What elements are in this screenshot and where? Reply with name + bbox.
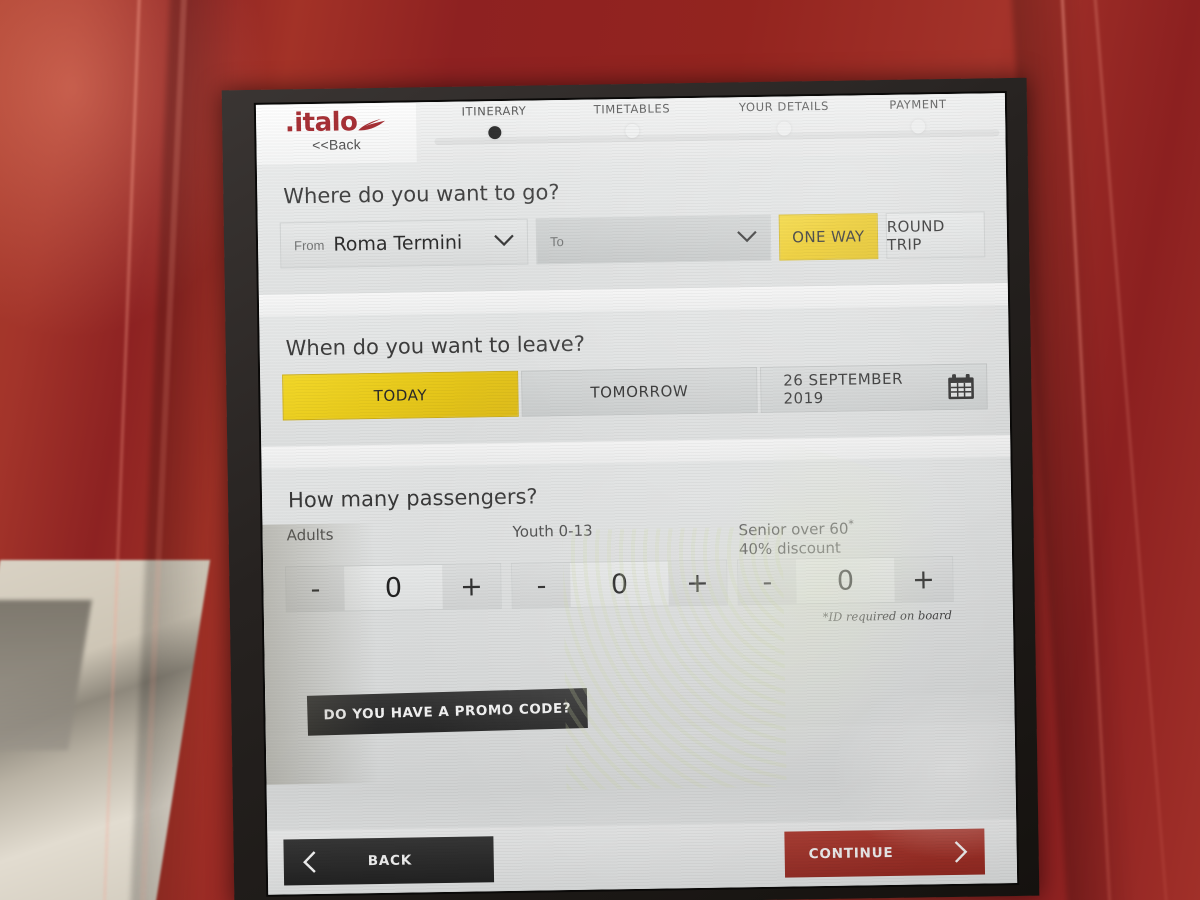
senior-label-main: Senior over 60: [738, 519, 849, 540]
adults-label: Adults: [286, 525, 334, 545]
senior-label: Senior over 60* 40% discount: [736, 516, 953, 559]
date-value: 26 SEPTEMBER 2019: [783, 369, 904, 408]
date-picker[interactable]: 26 SEPTEMBER 2019: [760, 363, 988, 413]
brand-block: .italo <<Back: [256, 102, 417, 154]
continue-button[interactable]: CONTINUE: [784, 828, 986, 878]
kiosk-screen: .italo <<Back ITINERARY TIMETABLES YOUR …: [255, 93, 1018, 895]
senior-value: 0: [796, 557, 895, 604]
italo-swoosh-icon: [358, 118, 386, 131]
youth-value: 0: [570, 561, 669, 607]
italo-logo-text: .italo: [284, 107, 358, 139]
tomorrow-button[interactable]: TOMORROW: [521, 366, 758, 417]
adults-plus-button[interactable]: +: [442, 564, 501, 609]
from-label: From: [293, 237, 325, 253]
progress-stepper: ITINERARY TIMETABLES YOUR DETAILS PAYMEN…: [415, 93, 1006, 163]
section-passengers: How many passengers? Adults - 0 + Youth …: [261, 457, 1015, 736]
passenger-group-youth: Youth 0-13 - 0 +: [510, 519, 728, 628]
section-when: When do you want to leave? TODAY TOMORRO…: [259, 305, 1011, 447]
adults-stepper: - 0 +: [285, 563, 502, 613]
chevron-right-icon: [954, 841, 968, 863]
step-dot: [911, 119, 926, 134]
passengers-footnote: *ID required on board: [822, 607, 953, 624]
step-itinerary[interactable]: ITINERARY: [419, 103, 570, 140]
chevron-left-icon: [303, 851, 316, 873]
promo-code-button[interactable]: DO YOU HAVE A PROMO CODE?: [306, 688, 588, 736]
back-link[interactable]: <<Back: [256, 135, 416, 154]
kiosk-photo: .italo <<Back ITINERARY TIMETABLES YOUR …: [0, 0, 1200, 900]
passenger-group-adults: Adults - 0 +: [284, 523, 502, 632]
passenger-group-senior: Senior over 60* 40% discount - 0 + *ID re…: [736, 516, 954, 625]
senior-sublabel: 40% discount: [738, 538, 841, 559]
youth-label: Youth 0-13: [512, 521, 593, 541]
screen-bezel: .italo <<Back ITINERARY TIMETABLES YOUR …: [221, 77, 1040, 900]
chevron-down-icon: [736, 230, 757, 243]
section-where: Where do you want to go? From Roma Termi…: [256, 153, 1008, 295]
senior-stepper: - 0 +: [737, 555, 954, 606]
senior-footnote-marker: *: [848, 517, 854, 531]
step-label: TIMETABLES: [593, 101, 671, 117]
step-your-details[interactable]: YOUR DETAILS: [709, 98, 860, 136]
step-dot: [487, 125, 501, 140]
step-label: PRINT: [967, 94, 1017, 110]
round-trip-button[interactable]: ROUND TRIP: [885, 211, 986, 259]
youth-plus-button[interactable]: +: [668, 560, 727, 606]
content-spacer: [265, 722, 1017, 831]
screen-bezel-inner: .italo <<Back ITINERARY TIMETABLES YOUR …: [253, 91, 1020, 897]
senior-minus-button[interactable]: -: [738, 559, 797, 605]
from-value: Roma Termini: [333, 231, 463, 256]
today-button[interactable]: TODAY: [282, 370, 519, 421]
step-label: ITINERARY: [461, 103, 527, 119]
step-label: YOUR DETAILS: [738, 98, 830, 115]
footer-bar: BACK CONTINUE: [267, 818, 1018, 895]
step-dot: [625, 123, 640, 139]
from-station-select[interactable]: From Roma Termini: [279, 218, 529, 269]
adults-minus-button[interactable]: -: [286, 566, 345, 612]
youth-minus-button[interactable]: -: [512, 562, 571, 608]
step-timetables[interactable]: TIMETABLES: [557, 101, 708, 139]
step-print[interactable]: PRINT: [967, 94, 1017, 132]
youth-stepper: - 0 +: [511, 559, 728, 609]
back-button[interactable]: BACK: [283, 836, 495, 886]
to-station-select[interactable]: To: [535, 214, 772, 265]
continue-button-label: CONTINUE: [808, 844, 894, 863]
calendar-icon: [947, 373, 974, 400]
step-dot: [777, 121, 792, 136]
to-label: To: [549, 233, 564, 249]
senior-plus-button[interactable]: +: [894, 556, 953, 602]
adults-value: 0: [344, 564, 443, 611]
one-way-button[interactable]: ONE WAY: [778, 213, 879, 261]
back-button-label: BACK: [367, 852, 413, 870]
chevron-down-icon: [494, 234, 514, 247]
